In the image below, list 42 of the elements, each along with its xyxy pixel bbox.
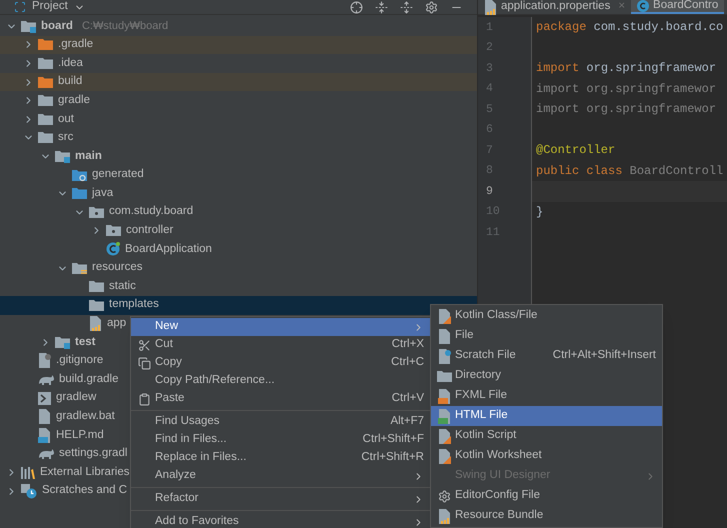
code-line: @Controller [536,142,616,160]
item-label: settings.gradl [59,448,128,460]
shortcut-label: Ctrl+Alt+Shift+Insert [552,348,656,364]
code-line: import org.springframewor [536,80,716,98]
item-label: BoardApplication [125,244,212,256]
shortcut-label: Ctrl+Shift+R [361,450,424,466]
item-path: C:₩study₩board [82,20,168,32]
shortcut-label: Alt+F7 [390,414,424,430]
item-label: test [75,336,96,348]
item-label: app [107,318,126,330]
item-label: controller [126,225,174,237]
item-label: build [58,76,82,88]
code-line: } [536,204,544,221]
code-line: import org.springframewor [536,60,716,78]
item-label: gradle [58,94,90,106]
shortcut-label: Ctrl+V [392,391,424,406]
item-label: board [41,20,73,32]
item-label: com.study.board [109,206,194,218]
item-label: src [58,132,74,144]
item-label: build.gradle [59,374,118,386]
item-label: .gitignore [56,355,104,367]
item-label: HELP.md [56,430,104,442]
item-label: .idea [58,58,83,70]
item-label: generated [92,169,144,181]
item-label: java [92,188,114,200]
shortcut-label: Ctrl+C [391,355,424,370]
line-number: 9 [486,184,493,200]
item-label: gradlew.bat [56,411,115,423]
item-label: Scratches and C [42,485,128,497]
shortcut-label: Ctrl+Shift+F [362,432,424,448]
item-label: out [58,114,74,126]
item-label: static [109,280,136,292]
item-label: External Libraries [40,466,130,478]
shortcut-label: Ctrl+X [392,337,424,352]
item-label: gradlew [56,392,96,404]
item-label: templates [109,299,159,311]
code-line: public class BoardControll [536,162,724,180]
code-line: package com.study.board.co [536,19,724,36]
item-label: resources [92,262,142,274]
code-line: import org.springframewor [536,101,716,118]
item-label: main [75,150,102,162]
item-label: .gradle [58,39,94,51]
